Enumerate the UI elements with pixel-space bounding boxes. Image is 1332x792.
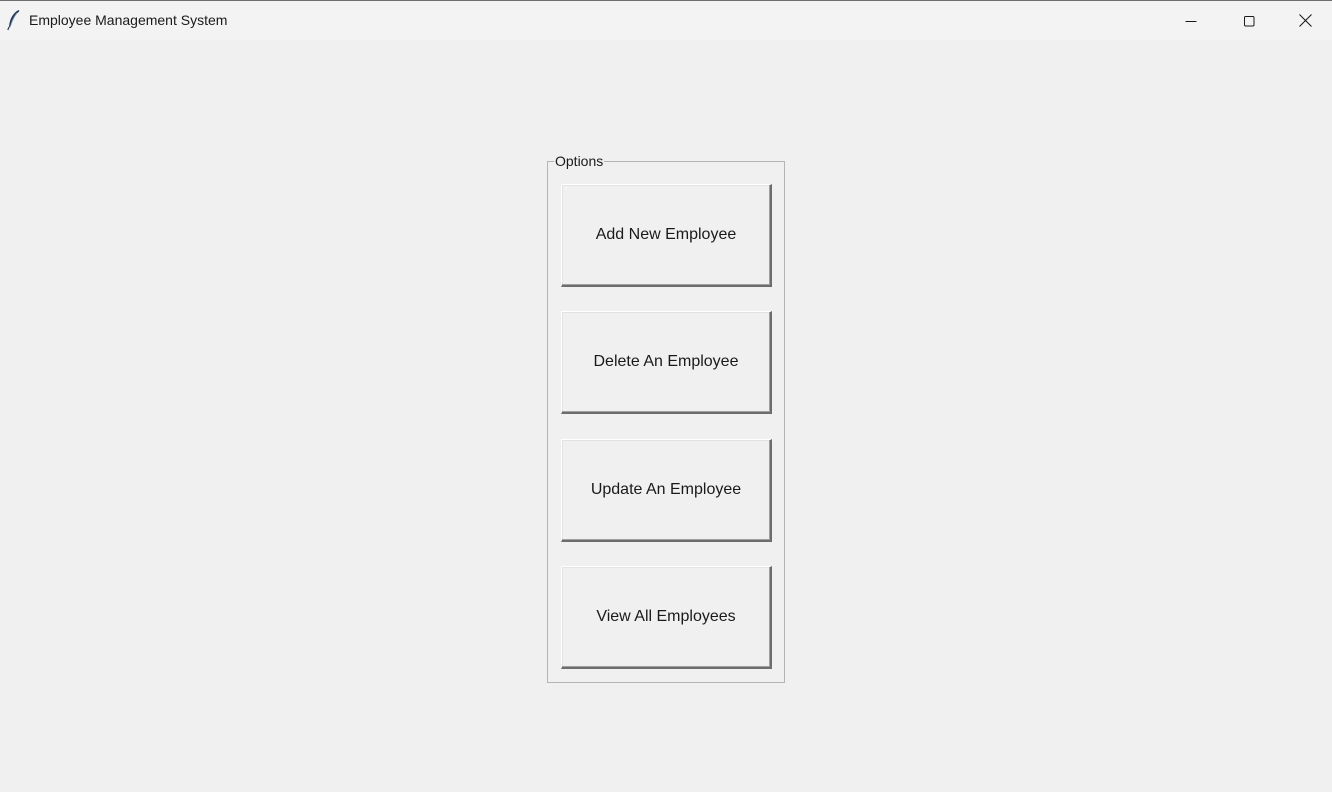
update-employee-button[interactable]: Update An Employee bbox=[561, 439, 772, 542]
minimize-button[interactable] bbox=[1162, 1, 1220, 40]
feather-icon bbox=[7, 10, 20, 31]
window-title: Employee Management System bbox=[29, 12, 228, 28]
maximize-icon bbox=[1244, 15, 1255, 26]
options-legend: Options bbox=[554, 152, 605, 170]
title-bar[interactable]: Employee Management System bbox=[0, 0, 1332, 40]
minimize-icon bbox=[1185, 20, 1197, 22]
add-new-employee-button[interactable]: Add New Employee bbox=[561, 184, 772, 287]
view-all-employees-button[interactable]: View All Employees bbox=[561, 566, 772, 669]
delete-employee-button[interactable]: Delete An Employee bbox=[561, 311, 772, 414]
app-window: Employee Management System Options Add N… bbox=[0, 0, 1332, 792]
maximize-button[interactable] bbox=[1220, 1, 1278, 40]
close-icon bbox=[1298, 14, 1312, 27]
close-button[interactable] bbox=[1278, 1, 1332, 40]
